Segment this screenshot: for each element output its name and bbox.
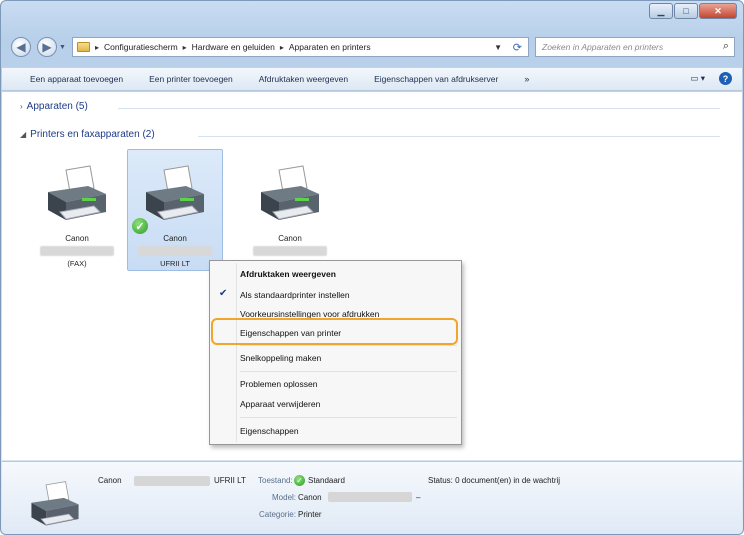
print-server-properties-button[interactable]: Eigenschappen van afdrukserver [374,74,498,84]
close-icon[interactable]: ✕ [699,3,737,19]
printer-name: Canon [65,234,89,243]
breadcrumb-separator-icon[interactable]: ▸ [280,43,284,52]
group-divider [118,108,720,109]
group-devices[interactable]: › Apparaten (5) [20,101,720,112]
breadcrumb-item[interactable]: Apparaten en printers [289,42,371,52]
queue-status: Status: 0 document(en) in de wachtrij [428,476,561,485]
search-input[interactable]: Zoeken in Apparaten en printers ⌕ [535,37,735,57]
breadcrumb-item[interactable]: Configuratiescherm [104,42,178,52]
maximize-icon[interactable]: □ [674,3,698,19]
redacted-model-name [134,476,210,486]
window-controls: ▁ □ ✕ [649,3,737,19]
refresh-icon[interactable]: ⟳ [513,41,522,54]
back-arrow-icon[interactable]: ◀ [11,37,31,57]
toolbar-right: ▭ ▾ ? [690,72,732,85]
menu-item-troubleshoot[interactable]: Problemen oplossen [240,376,318,392]
printer-type: (FAX) [67,259,87,268]
state-label: Toestand: [258,476,293,485]
menu-separator [240,371,457,372]
change-view-icon[interactable]: ▭ ▾ [690,73,705,84]
menu-separator [240,417,457,418]
ok-status-icon: ✓ [294,475,305,486]
title-bar: ▁ □ ✕ [1,1,743,27]
add-printer-button[interactable]: Een printer toevoegen [149,74,233,84]
printer-item-third[interactable]: Canon [242,150,338,272]
printer-name: Canon [278,234,302,243]
address-bar[interactable]: ▸ Configuratiescherm ▸ Hardware en gelui… [71,37,529,57]
menu-separator [240,345,457,346]
state-value: Standaard [308,476,345,485]
redacted-model-name [40,246,114,256]
model-label: Model: [272,493,297,502]
printer-item-fax[interactable]: Canon (FAX) [29,150,125,272]
menu-item-create-shortcut[interactable]: Snelkoppeling maken [240,350,321,366]
address-dropdown-icon[interactable]: ▼ [494,43,502,52]
menu-item-remove-device[interactable]: Apparaat verwijderen [240,396,320,412]
printer-icon [261,165,319,220]
search-icon[interactable]: ⌕ [723,40,729,53]
menu-item-set-default-printer[interactable]: Als standaardprinter instellen [240,287,350,303]
printer-icon [146,165,204,220]
details-printer-suffix: UFRII LT [214,476,246,485]
printer-type: UFRII LT [160,259,190,268]
more-commands-button[interactable]: » [524,74,529,84]
group-printers-label: Printers en faxapparaten (2) [30,129,155,140]
details-pane: Canon UFRII LT Toestand: ✓ Standaard Sta… [2,461,742,534]
redacted-model-name [253,246,327,256]
search-placeholder: Zoeken in Apparaten en printers [542,42,664,52]
expanded-arrow-icon[interactable]: ◢ [20,130,26,139]
highlight-outline [211,318,458,345]
checkmark-icon: ✔ [219,288,228,299]
group-divider [198,136,720,137]
devices-and-printers-window: ▁ □ ✕ ◀ ▶ ▼ ▸ Configuratiescherm ▸ Hardw… [0,0,744,535]
model-value: Canon [298,493,322,502]
printer-icon [48,165,106,220]
collapsed-arrow-icon[interactable]: › [20,102,23,111]
menu-item-view-print-jobs[interactable]: Afdruktaken weergeven [240,266,336,282]
model-dash: – [416,493,421,502]
category-value: Printer [298,510,322,519]
redacted-model-name [138,246,212,256]
details-printer-name: Canon [98,476,122,485]
printer-name: Canon [163,234,187,243]
command-bar: Een apparaat toevoegen Een printer toevo… [2,67,742,91]
view-print-jobs-button[interactable]: Afdruktaken weergeven [259,74,348,84]
minimize-icon[interactable]: ▁ [649,3,673,19]
group-devices-label: Apparaten (5) [26,101,88,112]
redacted-model-name [328,492,412,502]
printer-item-ufrii[interactable]: ✓ Canon UFRII LT [127,149,223,271]
add-device-button[interactable]: Een apparaat toevoegen [30,74,123,84]
help-icon[interactable]: ? [719,72,732,85]
context-menu: Afdruktaken weergeven ✔ Als standaardpri… [209,260,462,445]
menu-gutter [236,263,237,442]
navigation-bar: ◀ ▶ ▼ ▸ Configuratiescherm ▸ Hardware en… [11,35,735,59]
default-printer-check-icon: ✓ [132,218,148,234]
printer-icon [31,481,79,526]
breadcrumb-separator-icon[interactable]: ▸ [183,43,187,52]
group-printers[interactable]: ◢ Printers en faxapparaten (2) [20,129,720,140]
recent-pages-dropdown-icon[interactable]: ▼ [59,44,66,51]
control-panel-icon [76,42,90,52]
breadcrumb-item[interactable]: Hardware en geluiden [192,42,275,52]
breadcrumb-separator-icon[interactable]: ▸ [95,43,99,52]
forward-arrow-icon[interactable]: ▶ [37,37,57,57]
menu-item-properties[interactable]: Eigenschappen [240,423,299,439]
category-label: Categorie: [259,510,296,519]
